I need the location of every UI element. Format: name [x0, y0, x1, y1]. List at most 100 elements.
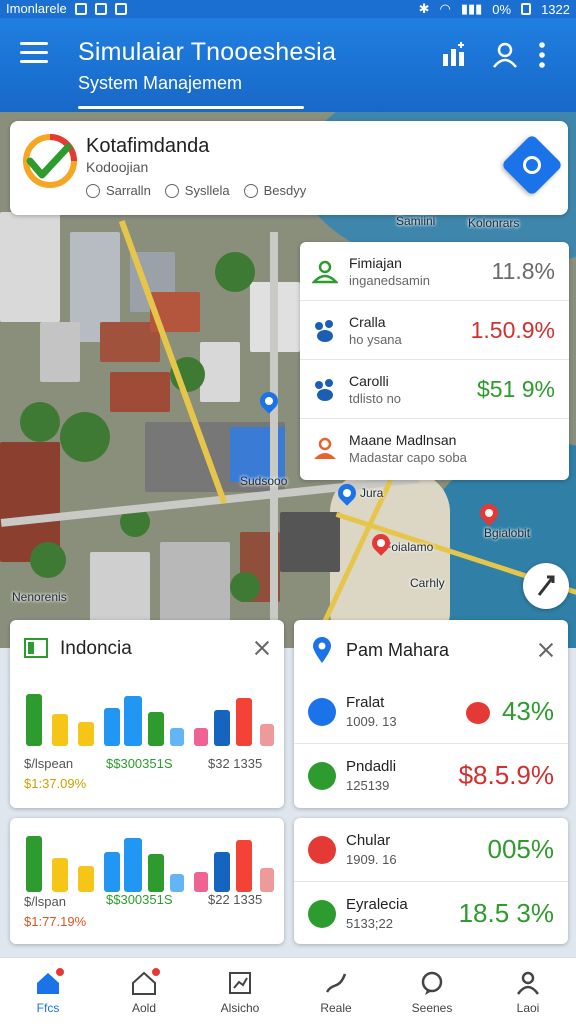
tree — [230, 572, 260, 602]
close-icon[interactable] — [254, 640, 270, 656]
list-icon — [308, 762, 336, 790]
location-subtitle: Kodoojian — [86, 159, 149, 175]
paw-icon — [315, 379, 333, 401]
list-item-subtitle: ho ysana — [349, 332, 402, 347]
map-label: Jura — [360, 486, 384, 500]
chular-card: Chular 1909. 16 005% Eyralecia 5133;22 1… — [294, 818, 568, 944]
building — [90, 552, 150, 622]
stat-row-title: Eyralecia — [346, 896, 408, 913]
chart-icon — [229, 972, 251, 994]
tag-item[interactable]: Sysllela — [164, 183, 230, 198]
stat-row[interactable]: Fralat 1009. 13 43% — [294, 680, 568, 744]
stat-row-subtitle: 125139 — [346, 778, 390, 793]
stat-row[interactable]: Chular 1909. 16 005% — [294, 818, 568, 882]
clock-icon — [243, 183, 258, 198]
navigate-button[interactable] — [500, 133, 564, 197]
stats-list-panel: Fimiajan inganedsamin 11.8% Cralla ho ys… — [300, 242, 569, 480]
nav-label: Seenes — [411, 1001, 453, 1015]
stat-row-subtitle: 5133;22 — [346, 916, 393, 931]
map-label: Nenorenis — [12, 590, 67, 604]
nav-item-home[interactable]: Ffcs — [0, 958, 96, 1024]
building — [0, 212, 60, 322]
flag-icon — [24, 638, 48, 658]
status-bar: Imonlarele ✱ ◠ ▮▮▮ 0% 1322 — [0, 0, 576, 18]
app-title: Simulaiar Tnooeshesia — [78, 38, 337, 66]
clock-icon — [86, 183, 100, 198]
tree — [60, 412, 110, 462]
stat-row-title: Fralat — [346, 694, 385, 711]
nav-item-reale[interactable]: Reale — [288, 958, 384, 1024]
map-label: Foialamo — [384, 540, 434, 554]
menu-button[interactable] — [20, 42, 48, 64]
list-item-value: 11.8% — [491, 258, 555, 284]
building — [110, 372, 170, 412]
stat-value: $$300351S — [106, 892, 173, 907]
nav-item-aold[interactable]: Aold — [96, 958, 192, 1024]
stat-value: $32 1335 — [208, 756, 263, 771]
nav-item-profile[interactable]: Laoi — [480, 958, 576, 1024]
list-item[interactable]: Fimiajan inganedsamin 11.8% — [300, 242, 569, 301]
list-item-subtitle: Madastar capo soba — [349, 450, 467, 465]
camera-icon — [94, 2, 107, 15]
indonesia-card: Indoncia $/lspean $1:37.09% $$300351S $3… — [10, 620, 284, 808]
leaf-icon — [308, 698, 336, 726]
stat-value: $22 1335 — [208, 892, 263, 907]
target-icon — [519, 152, 545, 178]
heart-icon — [466, 702, 490, 724]
list-item-value: $51 9% — [476, 376, 555, 402]
building — [40, 322, 80, 382]
compass-button[interactable] — [523, 563, 569, 609]
app-logo-icon — [23, 134, 77, 188]
user-icon — [516, 971, 540, 995]
signal-icon: ▮▮▮ — [460, 1, 483, 16]
tag-item[interactable]: Sarralln — [86, 183, 151, 198]
list-item-value: 1.50.9% — [470, 317, 555, 343]
app-subtitle[interactable]: System Manajemem — [78, 73, 242, 94]
list-item-title: Carolli — [349, 373, 389, 389]
nav-item-seenes[interactable]: Seenes — [384, 958, 480, 1024]
tree — [30, 542, 66, 578]
list-item[interactable]: Carolli tdlisto no $51 9% — [300, 360, 569, 419]
nav-label: Laoi — [516, 1001, 540, 1015]
stat-row-subtitle: 1909. 16 — [346, 852, 397, 867]
stat-row-subtitle: 1009. 13 — [346, 714, 397, 729]
stat-label: $/lspan — [24, 894, 66, 909]
chat-icon — [421, 971, 443, 995]
tree — [215, 252, 255, 292]
status-carrier-text: Imonlarele — [6, 1, 67, 16]
stat-value: $1:77.19% — [24, 914, 87, 929]
people-icon — [312, 260, 338, 284]
app-bar: Simulaiar Tnooeshesia System Manajemem — [0, 18, 576, 112]
tag-item[interactable]: Besdyy — [243, 183, 307, 198]
stat-row[interactable]: Pndadli 125139 $8.5.9% — [294, 744, 568, 808]
more-vert-icon[interactable] — [534, 40, 550, 70]
notification-badge — [149, 966, 162, 978]
stat-row[interactable]: Eyralecia 5133;22 18.5 3% — [294, 882, 568, 946]
stat-row-value: 18.5 3% — [458, 898, 554, 928]
tag-label: Sysllela — [184, 183, 230, 198]
list-item-title: Cralla — [349, 314, 386, 330]
gamepad-icon — [114, 2, 127, 15]
list-item-subtitle: inganedsamin — [349, 273, 430, 288]
location-pin-icon — [313, 637, 331, 663]
location-title: Kotafimdanda — [86, 135, 210, 157]
tag-label: Besdyy — [263, 183, 307, 198]
stat-row-title: Chular — [346, 832, 391, 849]
list-item[interactable]: Maane Madlnsan Madastar capo soba — [300, 419, 569, 478]
analytics-icon[interactable] — [440, 40, 470, 70]
account-icon[interactable] — [490, 40, 520, 70]
location-header-card: Kotafimdanda Kodoojian Sarralln Sysllela… — [10, 121, 568, 215]
nav-label: Aold — [131, 1001, 157, 1015]
nav-label: Alsicho — [220, 1001, 260, 1015]
nav-item-alsicho[interactable]: Alsicho — [192, 958, 288, 1024]
paw-icon — [315, 320, 333, 342]
clock-icon — [164, 183, 179, 198]
stat-value: $$300351S — [106, 756, 173, 771]
check-icon — [308, 900, 336, 928]
map-label: Carhly — [410, 576, 445, 590]
list-item-title: Fimiajan — [349, 255, 402, 271]
close-icon[interactable] — [538, 642, 554, 658]
list-item[interactable]: Cralla ho ysana 1.50.9% — [300, 301, 569, 360]
notification-badge — [53, 966, 66, 978]
stat-row-value: 005% — [487, 834, 555, 864]
